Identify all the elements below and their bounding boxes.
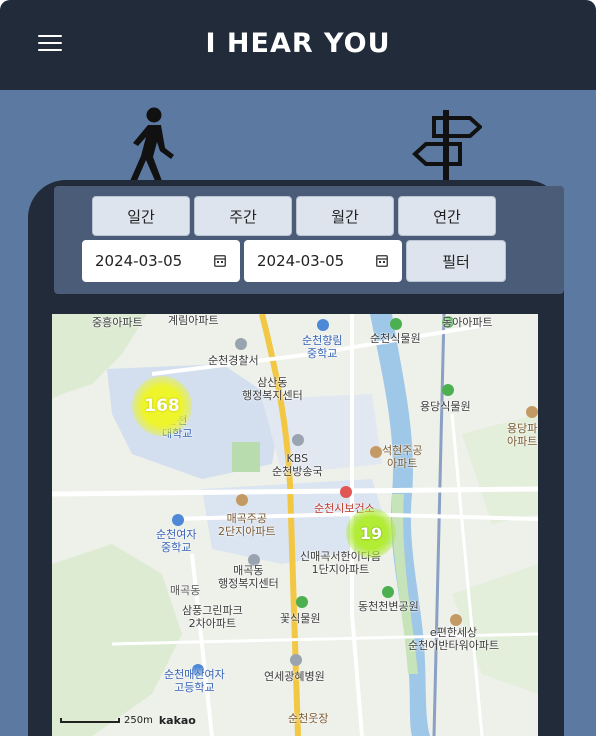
map-label: KBS 순천방송국 bbox=[272, 452, 323, 478]
app-header: I HEAR YOU bbox=[0, 0, 596, 90]
tab-monthly[interactable]: 월간 bbox=[296, 196, 394, 236]
tab-yearly[interactable]: 연간 bbox=[398, 196, 496, 236]
apartment-pin-icon[interactable] bbox=[526, 406, 538, 418]
calendar-icon[interactable] bbox=[376, 254, 388, 267]
map-label: 용당식물원 bbox=[420, 400, 471, 413]
scale-bar bbox=[60, 718, 120, 723]
map-view[interactable]: 중흥아파트 계림아파트 순천향림 중학교 순천식물원 동아아파트 순천경찰서 삼… bbox=[52, 314, 538, 736]
map-label: 순천경찰서 bbox=[208, 354, 259, 367]
park-pin-icon[interactable] bbox=[390, 318, 402, 330]
filter-button[interactable]: 필터 bbox=[406, 240, 506, 282]
map-provider-logo: kakao bbox=[158, 714, 196, 727]
map-label: 연세광혜병원 bbox=[264, 670, 325, 683]
scale-label: 250m bbox=[124, 715, 153, 726]
map-label: 순천식물원 bbox=[370, 332, 421, 345]
walking-person-icon bbox=[130, 107, 174, 183]
park-pin-icon[interactable] bbox=[442, 384, 454, 396]
map-scale: 250m kakao bbox=[60, 714, 196, 727]
end-date-value: 2024-03-05 bbox=[257, 252, 345, 270]
map-label: 매곡동 행정복지센터 bbox=[218, 564, 279, 590]
park-pin-icon[interactable] bbox=[382, 586, 394, 598]
map-label: e편한세상 순천어반타워아파트 bbox=[408, 626, 500, 652]
end-date-field[interactable]: 2024-03-05 bbox=[244, 240, 402, 282]
start-date-value: 2024-03-05 bbox=[95, 252, 183, 270]
app-frame: I HEAR YOU 일간 주간 월간 연간 2024-03-05 2024-0… bbox=[0, 0, 596, 736]
map-label: 순천웃장 bbox=[288, 712, 329, 725]
start-date-field[interactable]: 2024-03-05 bbox=[82, 240, 240, 282]
map-label: 계림아파트 bbox=[168, 314, 219, 327]
map-label: 중흥아파트 bbox=[92, 316, 143, 329]
data-cluster[interactable]: 168 bbox=[132, 376, 192, 436]
map-label: 꽃식물원 bbox=[280, 612, 321, 625]
data-cluster[interactable]: 19 bbox=[346, 508, 396, 558]
place-pin-icon[interactable] bbox=[235, 338, 247, 350]
tab-daily[interactable]: 일간 bbox=[92, 196, 190, 236]
map-label: 동아아파트 bbox=[442, 316, 493, 329]
map-label: 매곡주공 2단지아파트 bbox=[218, 512, 276, 538]
tab-weekly[interactable]: 주간 bbox=[194, 196, 292, 236]
map-label: 매곡동 bbox=[170, 584, 201, 597]
signpost-icon bbox=[412, 110, 482, 184]
map-label: 용당파 아파트 bbox=[507, 422, 538, 448]
map-label: 순천향림 중학교 bbox=[302, 334, 343, 360]
map-label: 동천천변공원 bbox=[358, 600, 419, 613]
apartment-pin-icon[interactable] bbox=[370, 446, 382, 458]
school-pin-icon[interactable] bbox=[317, 319, 329, 331]
park-pin-icon[interactable] bbox=[296, 596, 308, 608]
hospital-pin-icon[interactable] bbox=[290, 654, 302, 666]
hospital-pin-icon[interactable] bbox=[340, 486, 352, 498]
map-label: 순천매산여자 고등학교 bbox=[164, 668, 225, 694]
map-label: 순천여자 중학교 bbox=[156, 528, 197, 554]
apartment-pin-icon[interactable] bbox=[236, 494, 248, 506]
map-label: 삼산동 행정복지센터 bbox=[242, 376, 303, 402]
broadcast-pin-icon[interactable] bbox=[292, 434, 304, 446]
school-pin-icon[interactable] bbox=[172, 514, 184, 526]
map-label: 석현주공 아파트 bbox=[382, 444, 423, 470]
map-label: 삼풍그린파크 2차아파트 bbox=[182, 604, 243, 630]
apartment-pin-icon[interactable] bbox=[450, 614, 462, 626]
app-title: I HEAR YOU bbox=[205, 28, 391, 59]
calendar-icon[interactable] bbox=[214, 254, 226, 267]
